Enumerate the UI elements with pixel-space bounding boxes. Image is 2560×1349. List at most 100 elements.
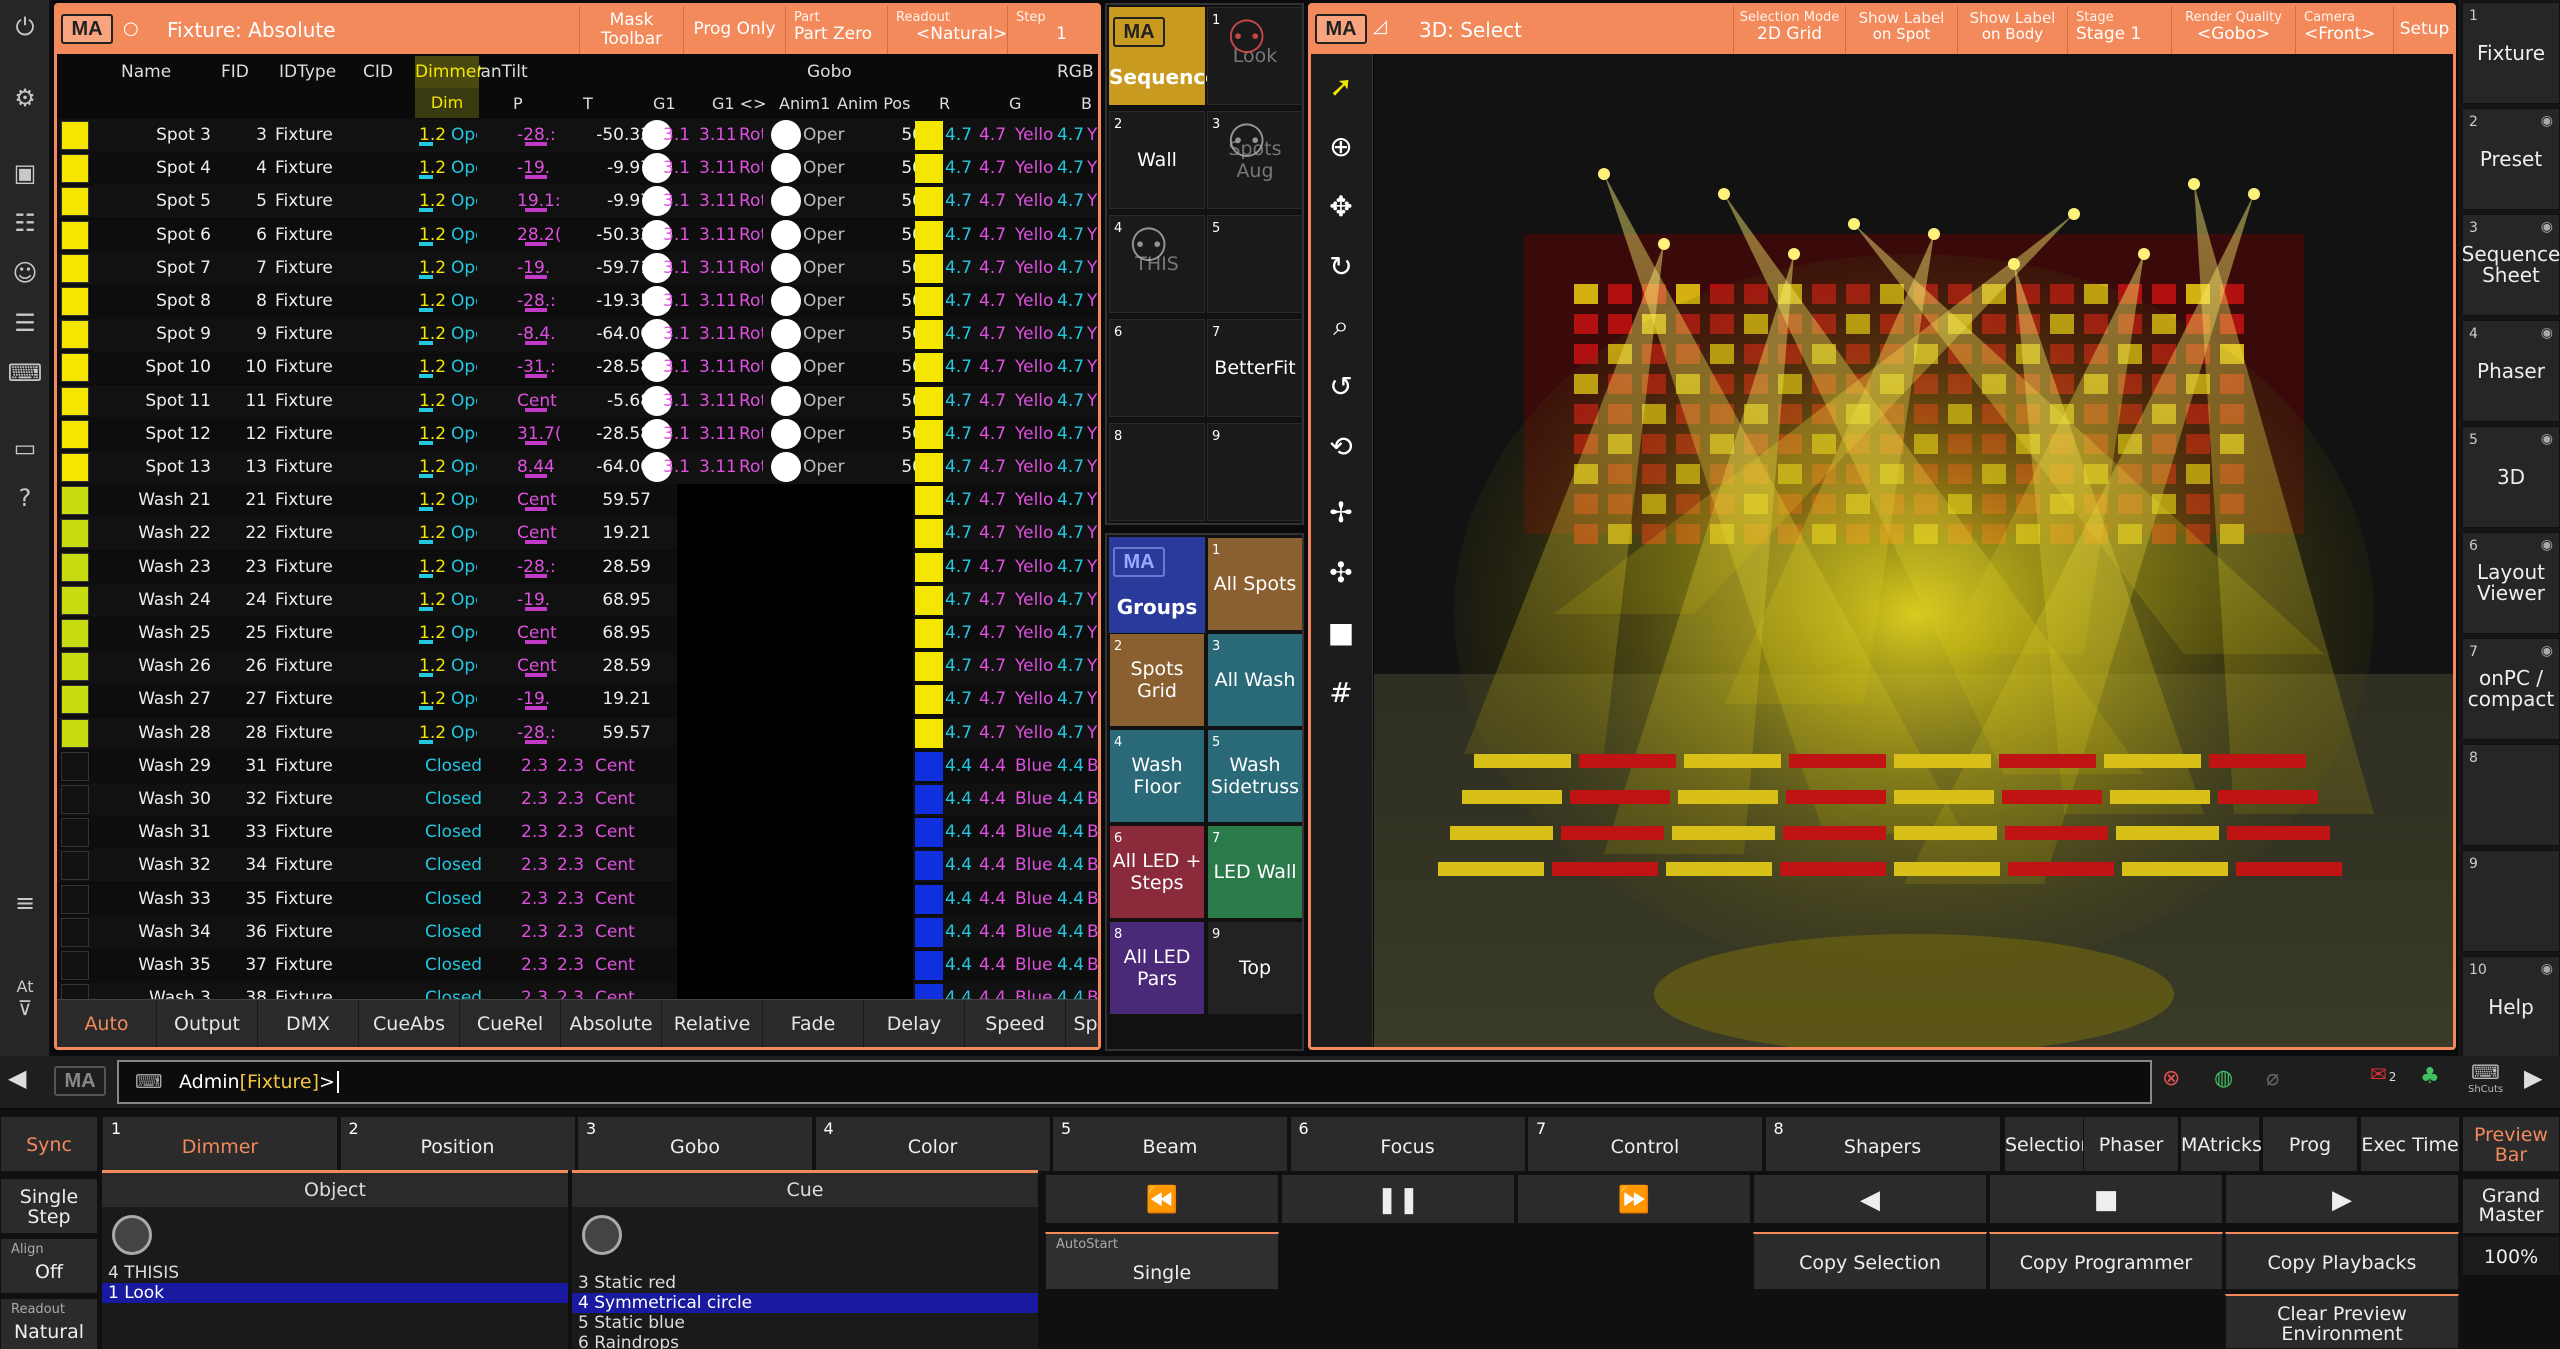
fit-icon[interactable]: ✣: [1315, 544, 1367, 600]
align-button[interactable]: Align Off: [0, 1238, 98, 1294]
col-cid[interactable]: CID: [363, 62, 393, 82]
zoom-icon[interactable]: ⌕: [1315, 298, 1367, 354]
back-arrow-icon[interactable]: ◀: [8, 1064, 26, 1092]
col-name[interactable]: Name: [121, 62, 171, 82]
group-tile[interactable]: 6 All LED + Steps: [1109, 825, 1205, 919]
camera-button[interactable]: Camera <Front>: [2295, 6, 2393, 54]
select-arrow-icon[interactable]: ➚: [1315, 58, 1367, 114]
copy-playbacks-button[interactable]: Copy Playbacks: [2225, 1232, 2459, 1290]
group-tile[interactable]: 5 Wash Sidetruss: [1207, 729, 1302, 823]
preset-extra-matricks[interactable]: MAtricks: [2180, 1116, 2262, 1172]
col-g1-rot[interactable]: G1 <>: [712, 94, 766, 113]
autostart-button[interactable]: AutoStart Single: [1045, 1232, 1279, 1290]
list-line[interactable]: 4 Symmetrical circle: [572, 1293, 1038, 1313]
view-button-fixture[interactable]: 1 Fixture: [2462, 2, 2560, 104]
shortcuts-button[interactable]: ⌨ ShCuts: [2468, 1060, 2503, 1095]
fixture-lens[interactable]: [1848, 218, 1860, 230]
fixture-lens[interactable]: [1658, 238, 1670, 250]
sequence-tile[interactable]: 5: [1207, 215, 1302, 313]
fixture-row[interactable]: Wash 31 33 Fixture Closed 2.3 2.3 Cent 4.4 4.4 Bl…: [57, 816, 1098, 850]
col-dimmer[interactable]: Dimmer: [415, 56, 483, 88]
preset-control[interactable]: 7 Control: [1527, 1116, 1763, 1172]
go-back-button[interactable]: ◀: [1753, 1174, 1987, 1224]
col-anim1[interactable]: Anim1: [779, 94, 830, 113]
group-tile[interactable]: 1 All Spots: [1207, 537, 1302, 631]
col-anim-pos[interactable]: Anim Pos: [837, 94, 910, 113]
preset-focus[interactable]: 6 Focus: [1289, 1116, 1526, 1172]
fixture-lens[interactable]: [2068, 208, 2080, 220]
list-line[interactable]: 6 Raindrops: [572, 1333, 1038, 1349]
preset-extra-phaser[interactable]: Phaser: [2083, 1116, 2179, 1172]
label-body-button[interactable]: Show Label on Body: [1957, 6, 2067, 54]
go-button[interactable]: ▶: [2225, 1174, 2459, 1224]
3d-stage-render[interactable]: [1374, 54, 2453, 1047]
fixture-lens[interactable]: [1598, 168, 1610, 180]
fixture-row[interactable]: Wash 34 36 Fixture Closed 2.3 2.3 Cent 4.4 4.4 Bl…: [57, 915, 1098, 949]
fixture-row[interactable]: Wash 29 31 Fixture Closed 2.3 2.3 Cent 4.4 4.4 Bl…: [57, 749, 1098, 783]
col-t[interactable]: T: [583, 94, 593, 113]
fixture-row[interactable]: Spot 10 10 Fixture 1.2Ope -31.: -28.58 3.1 3.11…: [57, 351, 1098, 385]
fast-back-button[interactable]: ⏪: [1045, 1174, 1279, 1224]
fixture-row[interactable]: Spot 13 13 Fixture 1.2Ope 8.44 -64.00 3.1 3.11R…: [57, 451, 1098, 484]
preview-bar-button[interactable]: Preview Bar: [2462, 1116, 2560, 1172]
list-line[interactable]: 1 Look: [102, 1283, 568, 1303]
fixture-row[interactable]: Wash 32 34 Fixture Closed 2.3 2.3 Cent 4.4 4.4 Bl…: [57, 849, 1098, 883]
prog-only-button[interactable]: Prog Only: [683, 6, 785, 54]
mail-icon[interactable]: ✉ 2: [2370, 1062, 2396, 1086]
view-button-help[interactable]: 10 Help ◉: [2462, 956, 2560, 1058]
fixture-row[interactable]: Spot 3 3 Fixture 1.2Ope -28.: -50.33 3.1 3.11Ro…: [57, 119, 1098, 152]
col-fid[interactable]: FID: [221, 62, 249, 82]
fixture-row[interactable]: Wash 2222Fixture1.2OpeCent19.214.74.7Yel…: [57, 517, 1098, 551]
fixture-row[interactable]: Spot 11 11 Fixture 1.2Ope Cent -5.68 3.1 3.11Ro…: [57, 384, 1098, 418]
tab-absolute[interactable]: Absolute: [561, 1000, 662, 1047]
fixture-lens[interactable]: [2188, 178, 2200, 190]
view-button-sequence-sheet[interactable]: 3 Sequence Sheet ◉: [2462, 214, 2560, 316]
power-icon[interactable]: ⏻: [0, 4, 50, 50]
stop-button[interactable]: ■: [1989, 1174, 2223, 1224]
view-button-3d[interactable]: 5 3D ◉: [2462, 426, 2560, 528]
move-icon[interactable]: ✥: [1315, 178, 1367, 234]
fixture-row[interactable]: Wash 3 38 Fixture Closed 2.3 2.3 Cent 4.4 4.4 Blu…: [57, 982, 1098, 999]
clear-preview-button[interactable]: Clear Preview Environment: [2225, 1294, 2459, 1349]
fixture-row[interactable]: Wash 35 37 Fixture Closed 2.3 2.3 Cent 4.4 4.4 Bl…: [57, 949, 1098, 982]
fixture-row[interactable]: Wash 2727Fixture1.2Ope-19.19.214.74.7Yel…: [57, 683, 1098, 717]
fixture-lens[interactable]: [2138, 248, 2150, 260]
fixture-lens[interactable]: [1718, 188, 1730, 200]
group-tile[interactable]: 2 Spots Grid: [1109, 633, 1205, 727]
fixture-lens[interactable]: [1928, 228, 1940, 240]
store-icon[interactable]: ▣: [0, 150, 50, 196]
part-button[interactable]: Part Part Zero: [785, 6, 887, 54]
help-icon[interactable]: ?: [0, 475, 50, 521]
fixture-row[interactable]: Spot 8 8 Fixture 1.2Ope -28.: -19.35 3.1 3.11Ro…: [57, 285, 1098, 318]
sequence-tile[interactable]: 1 Look ⚇: [1207, 7, 1302, 105]
fixture-row[interactable]: Spot 4 4 Fixture 1.2Ope -19. -9.97 3.1 3.11Rot O…: [57, 152, 1098, 186]
stage-button[interactable]: Stage Stage 1: [2067, 6, 2171, 54]
fixture-row[interactable]: Wash 2626Fixture1.2OpeCent28.594.74.7Yel…: [57, 650, 1098, 684]
at-filter-button[interactable]: At ⊽: [0, 975, 50, 1021]
setup-button[interactable]: Setup: [2393, 6, 2453, 54]
tab-delay[interactable]: Delay: [864, 1000, 965, 1047]
group-tile[interactable]: 9 Top: [1207, 921, 1302, 1015]
copy-selection-button[interactable]: Copy Selection: [1753, 1232, 1987, 1290]
col-g1[interactable]: G1: [653, 94, 676, 113]
fixture-row[interactable]: Spot 6 6 Fixture 1.2Ope 28.2(-50.33 3.1 3.11Ro…: [57, 218, 1098, 252]
fast-forward-button[interactable]: ⏩: [1517, 1174, 1751, 1224]
fixture-row[interactable]: Wash 2323Fixture1.2Ope-28.:28.594.74.7Ye…: [57, 550, 1098, 584]
fixture-row[interactable]: Wash 33 35 Fixture Closed 2.3 2.3 Cent 4.4 4.4 Bl…: [57, 882, 1098, 916]
sequence-tile[interactable]: 6: [1109, 319, 1205, 417]
col-p[interactable]: P: [513, 94, 523, 113]
binoculars-icon[interactable]: ⊗: [2162, 1066, 2180, 1091]
sequence-tile[interactable]: 4 THIS ⚇: [1109, 215, 1205, 313]
preset-shapers[interactable]: 8 Shapers: [1764, 1116, 2001, 1172]
single-step-button[interactable]: Single Step: [0, 1178, 98, 1234]
col-gobo[interactable]: Gobo: [807, 62, 852, 82]
col-r[interactable]: R: [939, 94, 950, 113]
group-tile[interactable]: 8 All LED Pars: [1109, 921, 1205, 1015]
view-button-empty[interactable]: 9: [2462, 850, 2560, 952]
view-button-preset[interactable]: 2 Preset ◉: [2462, 108, 2560, 210]
settings-icon[interactable]: ⚙: [0, 75, 50, 121]
cue-encoder[interactable]: [582, 1215, 622, 1255]
sync-button[interactable]: Sync: [0, 1116, 98, 1172]
mixer-icon[interactable]: ☰: [0, 300, 50, 346]
fixture-row[interactable]: Spot 5 5 Fixture 1.2Ope 19.1: -9.97 3.1 3.11Rot…: [57, 185, 1098, 219]
